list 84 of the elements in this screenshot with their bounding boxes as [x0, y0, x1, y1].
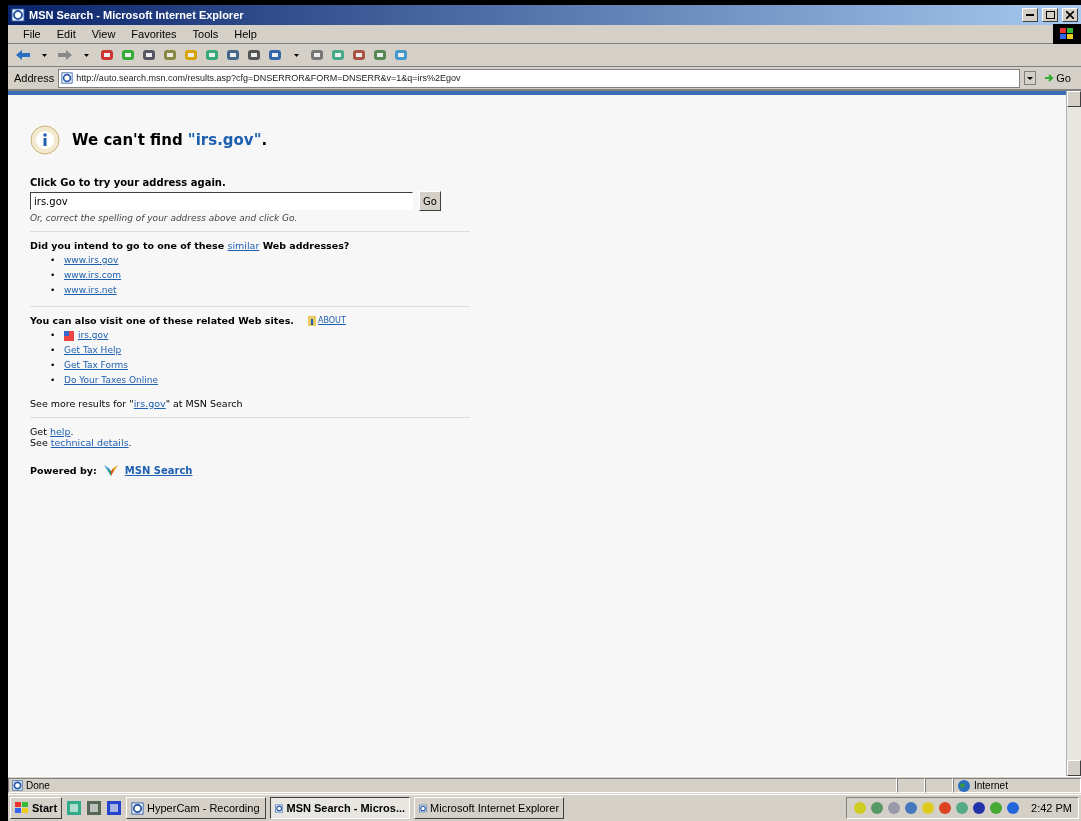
address-field[interactable]: http://auto.search.msn.com/results.asp?cfg=DNSERROR&FORM=DNSERR&v=1&q=irs%2Egov	[58, 68, 1021, 88]
start-button[interactable]: Start	[10, 797, 63, 819]
taskbar-button[interactable]: MSN Search - Micros...	[270, 797, 411, 819]
error-heading: We can't find "irs.gov".	[72, 131, 268, 149]
dropdown-arrow-icon[interactable]	[83, 53, 89, 57]
url-text: http://auto.search.msn.com/results.asp?cfg=DNSERROR&FORM=DNSERR&v=1&q=irs%2Egov	[76, 73, 461, 83]
hint-text: Or, correct the spelling of your address above and click Go.	[30, 213, 299, 223]
tray-icon[interactable]	[904, 801, 919, 815]
toolbar-icon[interactable]	[268, 48, 282, 62]
address-input[interactable]: irs.gov	[30, 192, 413, 210]
address-label: Address	[14, 72, 55, 84]
more-results-text: See more results for "irs.gov" at MSN Search	[30, 398, 244, 409]
bullet: •	[50, 284, 57, 297]
bullet: •	[50, 344, 57, 357]
menu-item[interactable]: Favorites	[124, 27, 184, 41]
taskbar-button[interactable]: Microsoft Internet Explorer	[414, 797, 565, 819]
maximize-button[interactable]	[1042, 8, 1058, 22]
related-link[interactable]: irs.gov	[78, 328, 109, 343]
help-link[interactable]: help	[49, 426, 71, 437]
bullet: •	[50, 254, 57, 267]
status-text: Done	[26, 780, 50, 791]
related-link[interactable]: Get Tax Help	[64, 343, 122, 358]
globe-icon	[957, 778, 971, 793]
address-link[interactable]: www.irs.net	[64, 283, 117, 298]
close-icon	[1066, 11, 1074, 19]
toolbar-icon[interactable]	[142, 48, 156, 62]
minimize-button[interactable]	[1022, 8, 1038, 22]
toolbar-icon[interactable]	[100, 48, 114, 62]
toolbar-icon[interactable]	[247, 48, 261, 62]
window-title: MSN Search - Microsoft Internet Explorer	[29, 9, 245, 21]
related-title: You can also visit one of these related Web sites.	[30, 315, 294, 326]
toolbar-icon[interactable]	[352, 48, 366, 62]
clock: 2:42 PM	[1031, 802, 1072, 814]
menu-item[interactable]: Tools	[185, 27, 226, 41]
bullet: •	[50, 374, 57, 387]
toolbar-icon[interactable]	[163, 48, 177, 62]
toolbar-icon[interactable]	[373, 48, 387, 62]
minimize-icon	[1026, 14, 1034, 16]
about-link[interactable]: ABOUT	[308, 315, 346, 326]
similar-link[interactable]: similar	[227, 240, 260, 251]
menu-item[interactable]: View	[84, 27, 123, 41]
windows-logo	[1053, 24, 1081, 44]
flag-icon	[64, 330, 74, 341]
go-button[interactable]: Go	[419, 191, 441, 211]
msn-search-link[interactable]: MSN Search	[124, 464, 193, 476]
powered-by-label: Powered by:	[30, 464, 97, 476]
search-link[interactable]: irs.gov	[133, 398, 166, 409]
maximize-icon	[1045, 11, 1055, 19]
bullet: •	[50, 329, 57, 342]
quick-launch-icon[interactable]	[106, 800, 123, 816]
help-link[interactable]: technical details	[50, 437, 129, 448]
tray-icon[interactable]	[972, 801, 987, 815]
zone-text: Internet	[974, 780, 1008, 791]
menu-item[interactable]: File	[16, 27, 48, 41]
bullet: •	[50, 359, 57, 372]
toolbar-icon[interactable]	[226, 48, 240, 62]
bullet: •	[50, 269, 57, 282]
question-text: Did you intend to go to one of these similar Web addresses?	[30, 240, 351, 251]
windows-logo	[15, 802, 29, 814]
toolbar-icon[interactable]	[310, 48, 324, 62]
help-text: See technical details.	[30, 437, 133, 448]
tray-icon[interactable]	[938, 801, 953, 815]
quick-launch-icon[interactable]	[86, 800, 103, 816]
close-button[interactable]	[1062, 8, 1078, 22]
arrow-icon	[1044, 73, 1055, 83]
forward-arrow-icon[interactable]	[58, 50, 72, 60]
menu-item[interactable]: Edit	[49, 27, 83, 41]
dropdown-arrow-icon[interactable]	[293, 53, 299, 57]
related-link[interactable]: Do Your Taxes Online	[64, 373, 159, 388]
toolbar-icon[interactable]	[394, 48, 408, 62]
dropdown-arrow-icon[interactable]	[41, 53, 47, 57]
butterfly-logo	[102, 463, 119, 477]
address-link[interactable]: www.irs.com	[64, 268, 122, 283]
help-text: Get help.	[30, 426, 75, 437]
retry-label: Click Go to try your address again.	[30, 177, 227, 188]
back-arrow-icon[interactable]	[16, 50, 30, 60]
info-icon	[308, 315, 316, 326]
info-icon	[30, 125, 60, 155]
address-link[interactable]: www.irs.gov	[64, 253, 119, 268]
go-button[interactable]: Go	[1040, 72, 1075, 84]
tray-icon[interactable]	[1006, 801, 1021, 815]
menu-item[interactable]: Help	[227, 27, 264, 41]
taskbar-button[interactable]: HyperCam - Recording	[126, 797, 267, 819]
related-link[interactable]: Get Tax Forms	[64, 358, 128, 373]
